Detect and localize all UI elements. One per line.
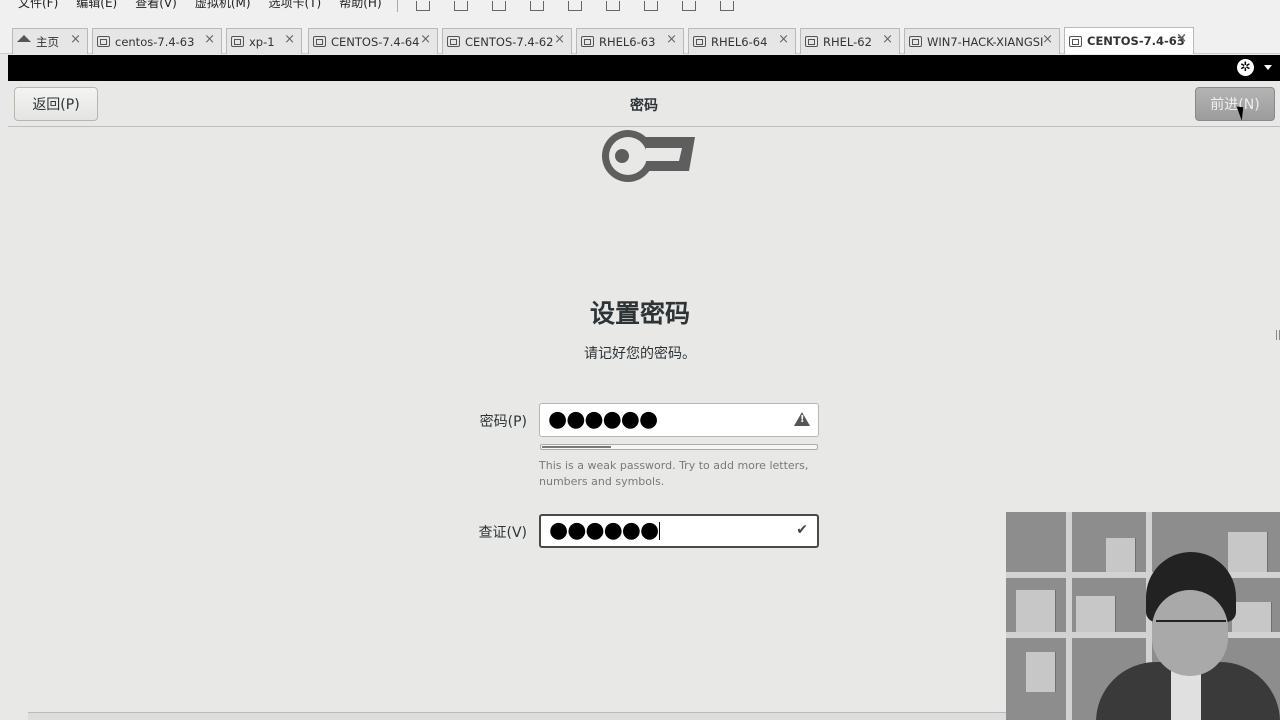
vm-icon: [805, 36, 818, 47]
vm-icon: [693, 36, 706, 47]
resize-handle[interactable]: [1276, 330, 1280, 340]
vm-icon: [909, 36, 922, 47]
console-view-icon[interactable]: [719, 1, 734, 11]
confirm-label: 查证(V): [478, 525, 527, 541]
tab-vm[interactable]: RHEL6-63 ×: [576, 28, 684, 54]
bookshelf: [1066, 512, 1072, 720]
tab-vm[interactable]: CENTOS-7.4-62 ×: [442, 28, 572, 54]
books: [1228, 532, 1268, 572]
bookshelf: [1006, 572, 1280, 578]
strength-bar-fill: [542, 446, 611, 448]
menu-view[interactable]: 查看(V): [126, 0, 186, 9]
confirm-password-field[interactable]: ●●●●●● ✔: [539, 514, 819, 548]
gnome-top-bar: ✲: [8, 55, 1280, 81]
menu-file[interactable]: 文件(F): [0, 0, 67, 9]
home-icon: [17, 35, 31, 42]
vm-icon: [313, 36, 326, 47]
horizontal-scrollbar[interactable]: [28, 712, 1008, 720]
toolbar-separator: [396, 0, 398, 12]
tab-vm[interactable]: RHEL-62 ×: [800, 28, 900, 54]
close-icon[interactable]: ×: [284, 32, 295, 47]
tab-vm[interactable]: WIN7-HACK-XIANGSI ×: [904, 28, 1060, 54]
menu-tabs[interactable]: 选项卡(T): [260, 0, 331, 9]
password-field[interactable]: ●●●●●●: [539, 403, 819, 437]
close-icon[interactable]: ×: [882, 32, 893, 47]
vm-tab-bar: 主页 × centos-7.4-63 × xp-1 × CENTOS-7.4-6…: [0, 12, 1280, 54]
menu-help[interactable]: 帮助(H): [330, 0, 390, 9]
tab-vm[interactable]: CENTOS-7.4-64 ×: [308, 28, 438, 54]
close-icon[interactable]: ×: [70, 32, 81, 47]
books: [1106, 538, 1136, 572]
library-icon[interactable]: [605, 1, 620, 11]
password-label: 密码(P): [479, 414, 527, 430]
password-strength-bar: [540, 444, 818, 450]
fullscreen-icon[interactable]: [681, 1, 696, 11]
tab-home[interactable]: 主页 ×: [12, 28, 88, 54]
close-icon[interactable]: ×: [666, 32, 677, 47]
form-subheading: 请记好您的密码。: [584, 346, 696, 362]
books: [1026, 652, 1056, 692]
menu-edit[interactable]: 编辑(E): [67, 0, 126, 9]
vm-icon: [447, 36, 460, 47]
page-title: 密码: [630, 98, 658, 114]
checkmark-icon: ✔: [796, 522, 808, 538]
books: [1076, 596, 1116, 632]
menu-vm[interactable]: 虚拟机(M): [186, 0, 260, 9]
snapshot-manager-icon[interactable]: [567, 1, 582, 11]
presenter-glasses: [1156, 620, 1226, 630]
books: [1232, 602, 1272, 632]
accessibility-icon[interactable]: ✲: [1237, 59, 1254, 76]
vm-icon: [1069, 35, 1082, 47]
close-icon[interactable]: ×: [778, 32, 789, 47]
vm-icon: [231, 36, 244, 47]
password-value: ●●●●●●: [548, 407, 658, 432]
tab-vm[interactable]: xp-1 ×: [226, 28, 302, 54]
tab-label: WIN7-HACK-XIANGSI: [927, 34, 1044, 49]
form-heading: 设置密码: [589, 299, 690, 328]
text-caret: [659, 522, 661, 540]
close-icon[interactable]: ×: [1176, 31, 1187, 46]
unity-icon[interactable]: [643, 1, 658, 11]
webcam-overlay: [1006, 512, 1280, 720]
next-button[interactable]: 前进(N): [1195, 87, 1275, 121]
password-strength-hint: This is a weak password. Try to add more…: [539, 459, 809, 488]
close-icon[interactable]: ×: [420, 32, 431, 47]
chevron-down-icon[interactable]: [1264, 65, 1272, 70]
revert-snapshot-icon[interactable]: [529, 1, 544, 11]
close-icon[interactable]: ×: [554, 32, 565, 47]
close-icon[interactable]: ×: [1042, 32, 1053, 47]
tab-vm[interactable]: centos-7.4-63 ×: [92, 28, 222, 54]
pause-icon[interactable]: [415, 1, 430, 11]
bookshelf: [1006, 632, 1280, 638]
vm-icon: [581, 36, 594, 47]
confirm-value: ●●●●●●: [549, 518, 659, 543]
key-icon: [602, 130, 695, 182]
tab-vm-active[interactable]: CENTOS-7.4-63 ×: [1064, 27, 1194, 54]
send-ctrl-alt-del-icon[interactable]: [453, 1, 468, 11]
presenter-face: [1152, 590, 1228, 676]
tab-vm[interactable]: RHEL6-64 ×: [688, 28, 796, 54]
snapshot-icon[interactable]: [491, 1, 506, 11]
setup-header: 返回(P) 密码 前进(N): [8, 81, 1280, 127]
warning-icon: [794, 412, 810, 426]
vmware-menu-bar: 文件(F) 编辑(E) 查看(V) 虚拟机(M) 选项卡(T) 帮助(H): [0, 0, 1280, 12]
books: [1016, 590, 1056, 632]
vm-icon: [97, 36, 110, 47]
close-icon[interactable]: ×: [204, 32, 215, 47]
